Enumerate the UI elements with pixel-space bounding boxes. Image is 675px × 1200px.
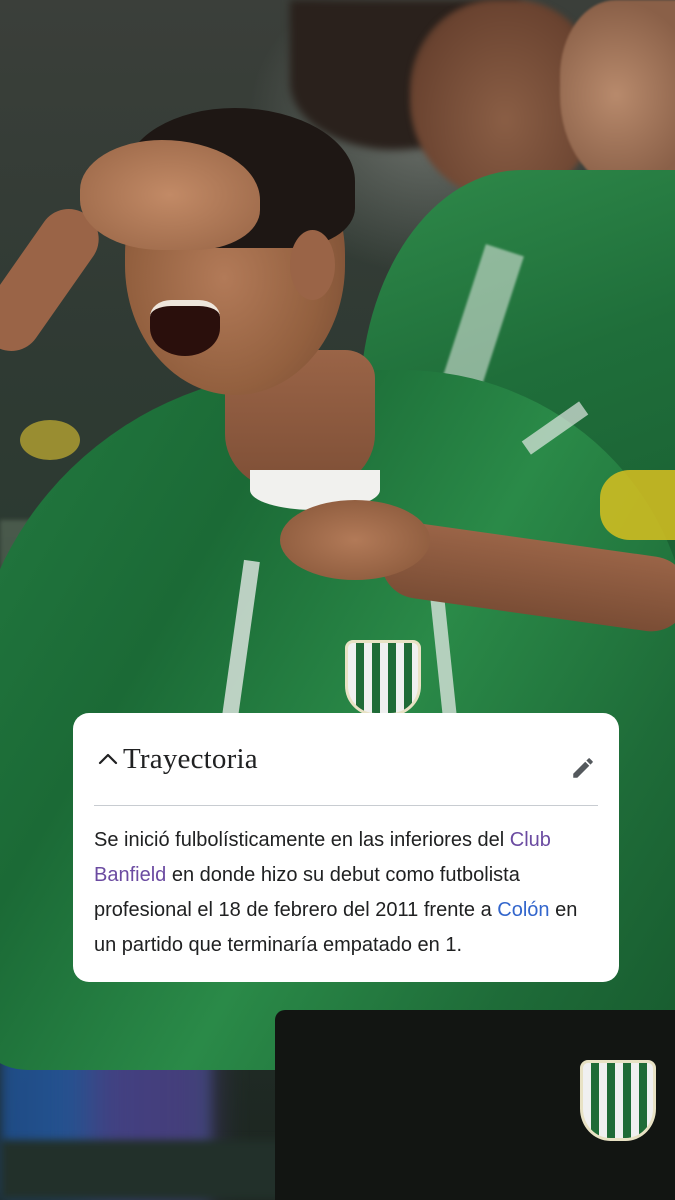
section-paragraph: Se inició fulbolísticamente en las infer…	[94, 806, 598, 963]
chevron-up-icon[interactable]	[94, 745, 122, 773]
background-photo	[0, 0, 675, 1200]
section-header[interactable]: Trayectoria	[94, 713, 598, 806]
player-ear	[290, 230, 335, 300]
player-right-hand	[280, 500, 430, 580]
section-card: Trayectoria Se inició fulbolísticamente …	[73, 713, 619, 982]
link-colon[interactable]: Colón	[497, 899, 549, 921]
shirt-sleeve-patch	[20, 420, 80, 460]
section-title: Trayectoria	[123, 742, 258, 775]
paragraph-text: Se inició fulbolísticamente en las infer…	[94, 829, 510, 851]
club-crest	[345, 640, 421, 716]
shorts-club-crest	[580, 1060, 656, 1141]
player-mouth	[150, 300, 220, 356]
pencil-icon[interactable]	[568, 753, 598, 783]
shirt-sponsor-patch	[600, 470, 675, 540]
